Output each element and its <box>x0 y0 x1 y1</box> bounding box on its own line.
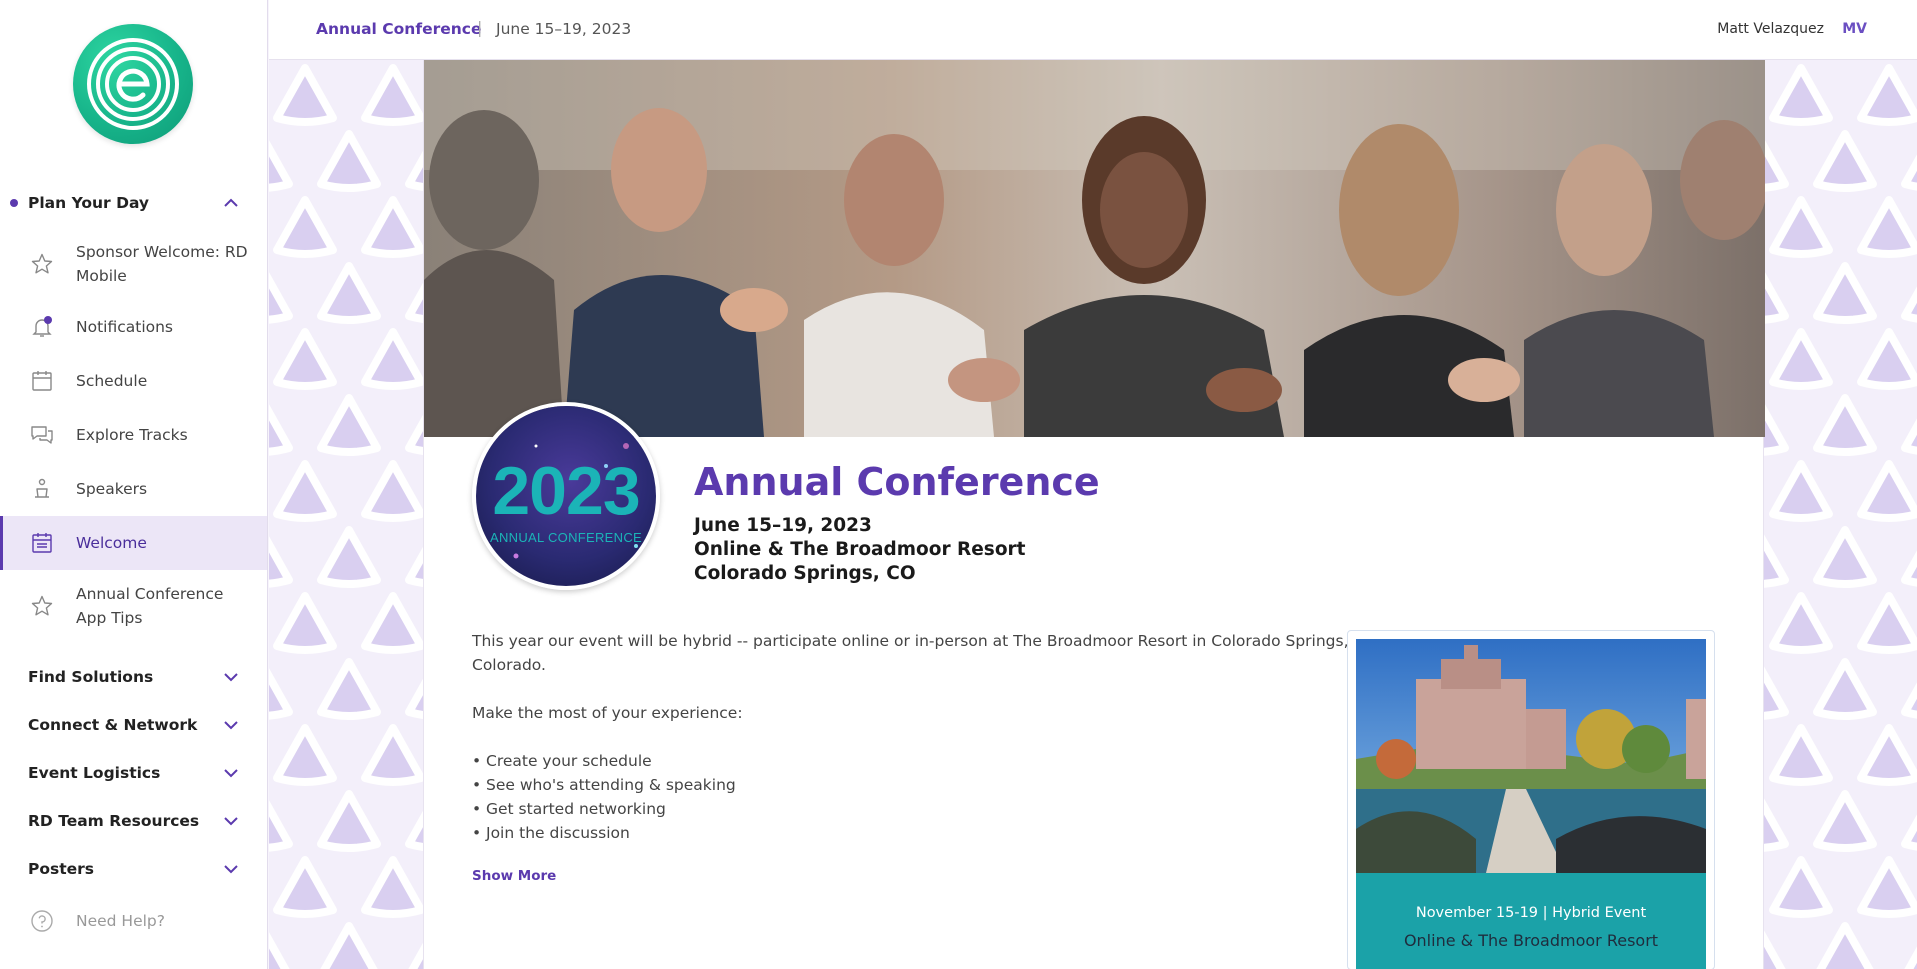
nav-section-connect-network[interactable]: Connect & Network <box>0 701 267 749</box>
nav-section-label: Posters <box>28 860 95 878</box>
intro-text-line-2: Colorado. <box>472 656 546 674</box>
welcome-calendar-icon <box>32 533 52 553</box>
list-item: • Get started networking <box>472 800 666 818</box>
broadmoor-resort-photo <box>1356 639 1706 873</box>
sidebar-item-label: Explore Tracks <box>76 426 188 444</box>
chevron-down-icon[interactable] <box>222 860 240 878</box>
user-name[interactable]: Matt Velazquez <box>1717 21 1824 37</box>
sidebar-item-sponsor-welcome[interactable]: Sponsor Welcome: RD Mobile <box>0 236 267 292</box>
event-city-line: Colorado Springs, CO <box>694 563 916 584</box>
list-item-text: See who's attending & speaking <box>486 776 736 794</box>
list-item-text: Get started networking <box>486 800 666 818</box>
sidebar-item-app-tips[interactable]: Annual Conference App Tips <box>0 578 267 634</box>
hero-banner-image <box>424 60 1765 437</box>
calendar-icon <box>32 371 52 391</box>
list-item: • Join the discussion <box>472 824 630 842</box>
promo-footer: November 15-19 | Hybrid Event Online & T… <box>1356 873 1706 969</box>
bullet-glyph: • <box>472 776 482 794</box>
promo-venue-line: Online & The Broadmoor Resort <box>1403 931 1659 950</box>
nav-section-event-logistics[interactable]: Event Logistics <box>0 749 267 797</box>
star-icon <box>31 595 53 616</box>
sidebar-item-label: Sponsor Welcome: RD Mobile <box>76 243 248 285</box>
need-help-label: Need Help? <box>76 912 165 930</box>
nav-section-plan-your-day[interactable]: Plan Your Day <box>0 179 267 227</box>
bullet-glyph: • <box>472 800 482 818</box>
sidebar-item-label: Schedule <box>76 372 148 390</box>
make-the-most-text: Make the most of your experience: <box>472 704 743 722</box>
sidebar-item-label: Welcome <box>76 534 147 552</box>
nav-section-label: Find Solutions <box>28 668 154 686</box>
badge-year: 2023 <box>492 453 640 529</box>
bullet-glyph: • <box>472 824 482 842</box>
event-venue-line: Online & The Broadmoor Resort <box>694 539 1026 560</box>
list-item: • Create your schedule <box>472 752 652 770</box>
topbar-separator: | <box>477 18 483 37</box>
question-circle-icon <box>31 910 53 932</box>
sidebar: Plan Your Day Sponsor Welcome: RD Mobile… <box>0 0 268 969</box>
sidebar-item-label: Notifications <box>76 318 174 336</box>
venue-promo-card[interactable]: November 15-19 | Hybrid Event Online & T… <box>1347 630 1715 969</box>
show-more-link[interactable]: Show More <box>472 868 556 884</box>
nav-section-label: Plan Your Day <box>28 194 150 212</box>
nav-section-label: RD Team Resources <box>28 812 200 830</box>
top-bar: Annual Conference | June 15–19, 2023 Mat… <box>269 0 1917 60</box>
event-name-link[interactable]: Annual Conference <box>316 20 481 38</box>
nav-section-rd-team-resources[interactable]: RD Team Resources <box>0 797 267 845</box>
conference-badge: 2023 ANNUAL CONFERENCE <box>472 402 660 590</box>
list-item-text: Join the discussion <box>486 824 630 842</box>
chevron-down-icon[interactable] <box>222 812 240 830</box>
app-logo[interactable] <box>73 24 193 144</box>
active-section-dot <box>10 199 18 207</box>
intro-text-line-1: This year our event will be hybrid -- pa… <box>472 632 1349 650</box>
chevron-down-icon[interactable] <box>222 764 240 782</box>
chat-bubbles-icon <box>31 426 53 444</box>
nav-section-label: Event Logistics <box>28 764 161 782</box>
badge-subtitle: ANNUAL CONFERENCE <box>490 530 642 545</box>
list-item: • See who's attending & speaking <box>472 776 736 794</box>
need-help-link[interactable]: Need Help? <box>0 894 267 948</box>
chevron-up-icon[interactable] <box>222 194 240 212</box>
nav-section-find-solutions[interactable]: Find Solutions <box>0 653 267 701</box>
sidebar-item-schedule[interactable]: Schedule <box>0 354 267 408</box>
chevron-down-icon[interactable] <box>222 668 240 686</box>
resort-image <box>1356 639 1706 873</box>
user-avatar-initials[interactable]: MV <box>1842 21 1867 37</box>
chevron-down-icon[interactable] <box>222 716 240 734</box>
bell-icon <box>32 316 52 337</box>
event-date-line: June 15–19, 2023 <box>694 515 872 536</box>
star-icon <box>31 253 53 274</box>
e-logo-icon <box>87 38 179 130</box>
speaker-podium-icon <box>35 478 49 498</box>
sidebar-item-speakers[interactable]: Speakers <box>0 462 267 516</box>
sidebar-item-label: Annual Conference App Tips <box>76 585 224 627</box>
page-title: Annual Conference <box>694 460 1100 504</box>
sidebar-item-notifications[interactable]: Notifications <box>0 300 267 354</box>
list-item-text: Create your schedule <box>486 752 652 770</box>
sidebar-item-welcome[interactable]: Welcome <box>0 516 267 570</box>
welcome-card: 2023 ANNUAL CONFERENCE Annual Conference… <box>423 60 1765 969</box>
sidebar-item-explore-tracks[interactable]: Explore Tracks <box>0 408 267 462</box>
nav-section-label: Connect & Network <box>28 716 198 734</box>
nav-section-posters[interactable]: Posters <box>0 845 267 893</box>
sidebar-item-label: Speakers <box>76 480 148 498</box>
promo-dates-line: November 15-19 | Hybrid Event <box>1415 905 1647 921</box>
bullet-glyph: • <box>472 752 482 770</box>
audience-clapping-photo <box>424 60 1765 437</box>
event-dates: June 15–19, 2023 <box>496 20 632 38</box>
